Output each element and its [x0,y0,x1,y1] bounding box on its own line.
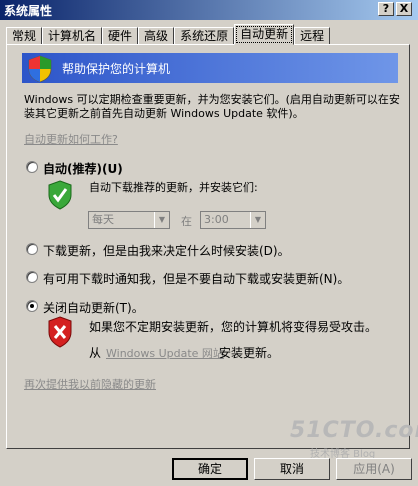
close-button[interactable]: X [396,2,412,16]
description-text: Windows 可以定期检查重要更新，并为您安装它们。(启用自动更新可以在安装其… [24,93,400,120]
off-warning: 如果您不定期安装更新，您的计算机将变得易受攻击。 [89,320,378,334]
window-title: 系统属性 [4,3,53,18]
tab-computer-name[interactable]: 计算机名 [42,27,103,45]
time-value: 3:00 [204,213,229,226]
banner: 帮助保护您的计算机 [22,53,398,83]
tab-advanced[interactable]: 高级 [138,27,175,45]
green-shield-check-icon [48,180,72,210]
tab-hardware[interactable]: 硬件 [102,27,139,45]
off-label[interactable]: 关闭自动更新(T)。 [43,299,144,316]
ok-button[interactable]: 确定 [172,458,248,480]
off-radio[interactable] [26,300,38,312]
from-prefix: 从 [89,346,102,360]
apply-button[interactable]: 应用(A) [336,458,412,480]
how-it-works-link[interactable]: 自动更新如何工作? [24,131,118,147]
tab-remote[interactable]: 远程 [294,27,331,45]
title-bar: 系统属性 ? X [0,0,418,20]
download-label[interactable]: 下载更新，但是由我来决定什么时候安装(D)。 [43,242,290,259]
at-label: 在 [181,215,192,228]
hidden-updates-link[interactable]: 再次提供我以前隐藏的更新 [24,376,156,392]
notify-radio[interactable] [26,271,38,283]
watermark-logo: 51CTO.com [290,418,418,443]
from-suffix: 安装更新。 [219,346,280,360]
cancel-button[interactable]: 取消 [254,458,330,480]
tab-system-restore[interactable]: 系统还原 [174,27,235,45]
auto-radio[interactable] [26,161,38,173]
tab-strip: 常规 计算机名 硬件 高级 系统还原 自动更新 远程 [6,24,331,45]
tab-automatic-updates[interactable]: 自动更新 [234,24,295,45]
red-shield-x-icon [48,316,72,348]
day-value: 每天 [92,213,114,226]
notify-label[interactable]: 有可用下载时通知我，但是不要自动下载或安装更新(N)。 [43,270,349,287]
day-select[interactable]: 每天 ▼ [88,211,170,229]
download-radio[interactable] [26,243,38,255]
time-select[interactable]: 3:00 ▼ [200,211,266,229]
auto-label[interactable]: 自动(推荐)(U) [43,160,123,177]
chevron-down-icon: ▼ [154,212,169,228]
tab-general[interactable]: 常规 [6,27,43,45]
security-shield-icon [28,55,52,83]
windows-update-link[interactable]: Windows Update 网站 [106,345,224,361]
chevron-down-icon: ▼ [250,212,265,228]
banner-text: 帮助保护您的计算机 [62,61,171,76]
help-button[interactable]: ? [378,2,394,16]
auto-sublabel: 自动下载推荐的更新，并安装它们: [89,181,258,194]
